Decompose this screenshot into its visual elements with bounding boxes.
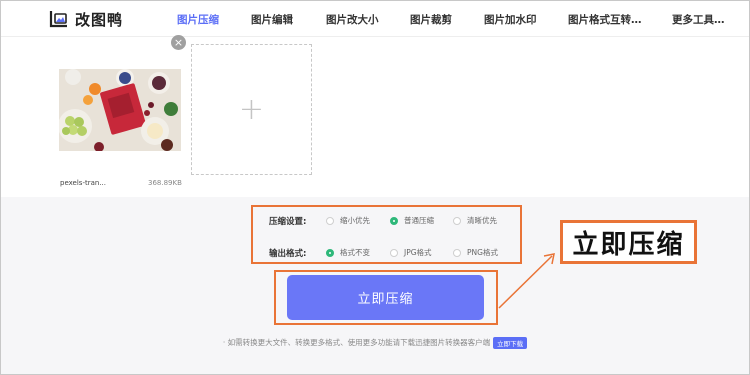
download-client-link[interactable]: 立即下载 bbox=[493, 337, 528, 349]
close-icon[interactable]: × bbox=[171, 35, 186, 50]
compress-setting-label: 压缩设置: bbox=[269, 217, 307, 227]
radio-button-selected bbox=[326, 248, 334, 257]
radio-option-keep-format[interactable]: 格式不变 bbox=[326, 247, 370, 258]
nav-more-tools[interactable]: 更多工具… bbox=[672, 12, 725, 27]
logo-icon bbox=[49, 10, 69, 28]
radio-option-normal-compress[interactable]: 普通压缩 bbox=[390, 215, 434, 226]
radio-button-selected bbox=[390, 216, 398, 225]
footer-text: · 如需转换更大文件、转换更多格式、使用更多功能请下载迅捷图片转换器客户端 bbox=[222, 338, 491, 347]
radio-button bbox=[390, 248, 398, 257]
option-label: JPG格式 bbox=[404, 248, 432, 257]
output-format-label: 输出格式: bbox=[269, 249, 307, 259]
nav-image-format-convert[interactable]: 图片格式互转… bbox=[568, 12, 642, 27]
logo[interactable]: 改图鸭 bbox=[49, 8, 123, 30]
option-label: 普通压缩 bbox=[404, 216, 434, 225]
option-label: 缩小优先 bbox=[340, 216, 370, 225]
radio-button bbox=[453, 248, 461, 257]
nav-image-resize[interactable]: 图片改大小 bbox=[326, 12, 379, 27]
nav-image-crop[interactable]: 图片裁剪 bbox=[410, 12, 452, 27]
add-image-box[interactable]: + bbox=[191, 44, 312, 175]
option-label: 格式不变 bbox=[340, 248, 370, 257]
radio-button bbox=[326, 216, 334, 225]
file-name: pexels-tran... bbox=[60, 179, 107, 187]
compress-now-button[interactable]: 立即压缩 bbox=[287, 275, 484, 320]
nav-image-edit[interactable]: 图片编辑 bbox=[251, 12, 293, 27]
option-label: PNG格式 bbox=[467, 248, 498, 257]
logo-text: 改图鸭 bbox=[75, 10, 124, 29]
nav-image-compress[interactable]: 图片压缩 bbox=[177, 12, 219, 27]
image-thumbnail bbox=[59, 69, 181, 151]
radio-option-shrink-first[interactable]: 缩小优先 bbox=[326, 215, 370, 226]
callout-label: 立即压缩 bbox=[560, 220, 697, 264]
option-label: 清晰优先 bbox=[467, 216, 497, 225]
footer-note: · 如需转换更大文件、转换更多格式、使用更多功能请下载迅捷图片转换器客户端 立即下… bbox=[0, 337, 750, 349]
image-thumbnail-card[interactable] bbox=[59, 44, 181, 180]
file-size: 368.89KB bbox=[148, 179, 182, 187]
radio-option-jpg[interactable]: JPG格式 bbox=[390, 247, 432, 258]
upload-area: + bbox=[1, 37, 749, 197]
nav-image-watermark[interactable]: 图片加水印 bbox=[484, 12, 537, 27]
plus-icon: + bbox=[238, 92, 265, 127]
radio-option-clarity-first[interactable]: 清晰优先 bbox=[453, 215, 497, 226]
top-header: 改图鸭 图片压缩 图片编辑 图片改大小 图片裁剪 图片加水印 图片格式互转… 更… bbox=[1, 1, 749, 37]
radio-button bbox=[453, 216, 461, 225]
radio-option-png[interactable]: PNG格式 bbox=[453, 247, 498, 258]
